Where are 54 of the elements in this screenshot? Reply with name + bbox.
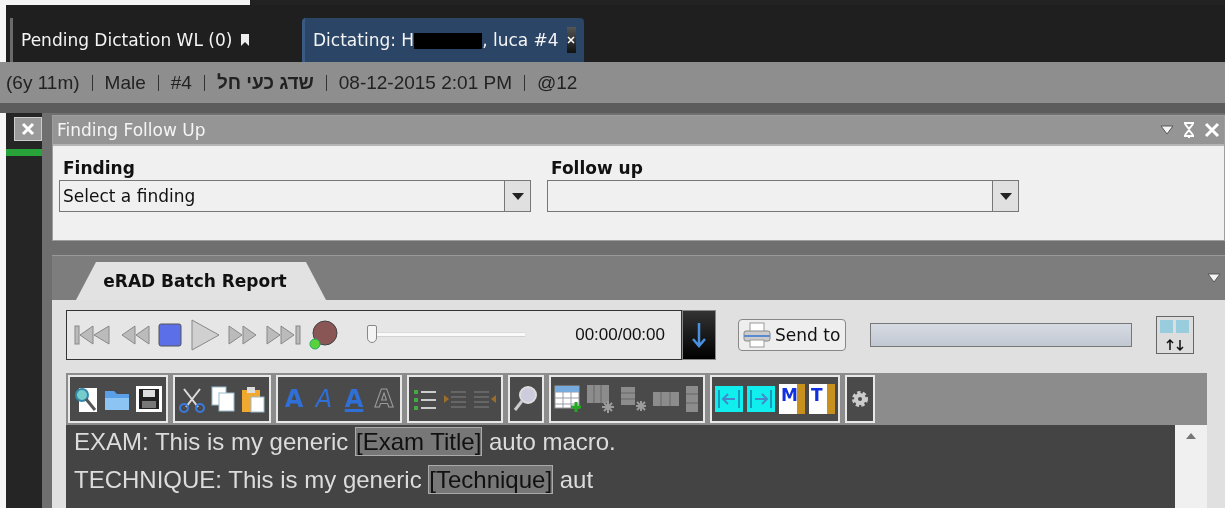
download-button[interactable] <box>682 310 716 360</box>
send-button[interactable]: Send to <box>738 319 846 351</box>
report-text: TECHNIQUE: This is my generic [Technique] aut <box>74 466 595 494</box>
rewind-icon <box>119 322 151 348</box>
patient-info: @12 <box>537 71 578 94</box>
caret-icon <box>511 192 524 200</box>
close-button[interactable] <box>566 27 576 53</box>
clipboard-icon <box>240 385 266 413</box>
status-bar <box>6 149 42 156</box>
report-tab[interactable]: eRAD Batch Report <box>76 262 326 300</box>
field-label: Follow up <box>550 158 644 178</box>
close-icon[interactable] <box>567 36 576 44</box>
patient-info: 08-12-2015 2:01 PM <box>338 71 512 94</box>
table-rows-icon <box>684 385 700 413</box>
scroll-up-icon <box>1186 433 1196 439</box>
table-row-icon <box>620 385 648 413</box>
arrow-left-icon <box>715 386 743 412</box>
copy-icon <box>210 385 236 413</box>
table-columns-icon <box>652 389 680 409</box>
bookmark-icon <box>240 33 251 47</box>
dropdown-icon[interactable] <box>1160 125 1174 135</box>
patient-info: #4 <box>170 71 192 94</box>
skip-forward-icon <box>265 322 303 348</box>
arrow-down-icon[interactable] <box>691 321 707 349</box>
panel-title: Finding Follow Up <box>57 120 206 140</box>
field-label: Finding <box>62 158 136 178</box>
patient-info: שדג כעי חל <box>216 71 314 94</box>
record-icon <box>309 320 339 350</box>
printer-icon <box>743 322 771 348</box>
redaction-bar <box>414 33 483 49</box>
template-button[interactable]: T <box>809 384 835 414</box>
table-add-icon <box>554 385 582 413</box>
caret-icon <box>999 192 1012 200</box>
document-tab[interactable]: Dictating: H , luca #4 <box>302 18 584 62</box>
dropdown-field[interactable]: Select a finding <box>59 180 531 212</box>
fast-forward-icon <box>227 322 259 348</box>
player-button[interactable] <box>309 320 339 350</box>
dropdown-field[interactable] <box>547 180 1019 212</box>
magnifier-icon <box>513 385 539 413</box>
play-icon <box>189 318 221 352</box>
table-column-icon <box>586 383 616 415</box>
stop-icon <box>157 322 183 348</box>
dropdown-icon[interactable] <box>1207 273 1221 283</box>
skip-back-icon <box>73 322 113 348</box>
arrow-right-icon <box>747 386 775 412</box>
patient-info: Male <box>104 71 146 94</box>
report-text: EXAM: This is my generic [Exam Title] auto macro. <box>74 428 617 456</box>
player-button[interactable] <box>157 322 183 348</box>
slider-thumb[interactable] <box>367 325 377 343</box>
template-button[interactable]: M <box>779 384 805 414</box>
settings-icon <box>850 389 870 409</box>
playback-time: 00:00/00:00 <box>575 325 665 345</box>
patient-info: (6y 11m) <box>6 71 80 94</box>
scrollbar[interactable] <box>1175 425 1207 508</box>
